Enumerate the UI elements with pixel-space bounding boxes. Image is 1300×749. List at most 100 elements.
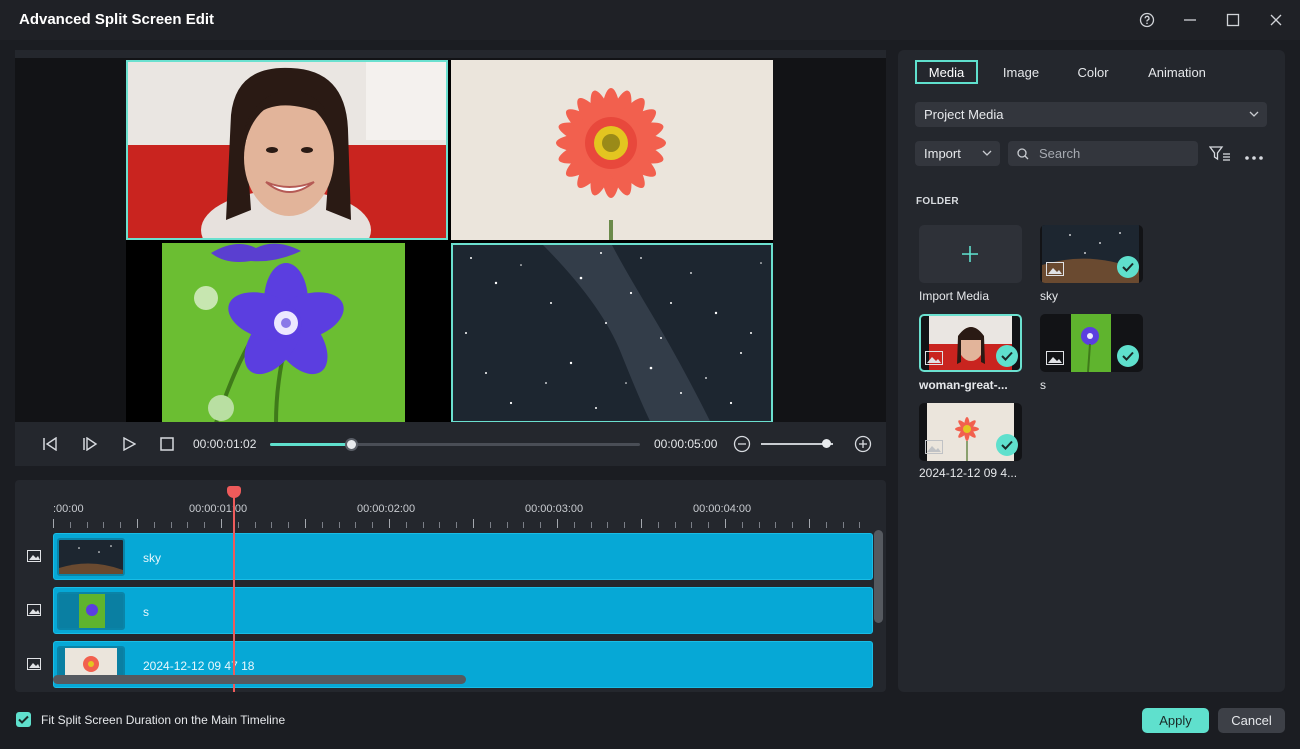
previous-frame-icon[interactable] — [39, 434, 61, 454]
ruler-tick — [557, 519, 558, 528]
zoom-slider[interactable] — [761, 439, 833, 448]
search-input[interactable]: Search — [1008, 141, 1198, 166]
timeline-track-sky[interactable]: sky — [53, 533, 873, 580]
timeline-track-s[interactable]: s — [53, 587, 873, 634]
ruler-tick — [305, 519, 306, 528]
next-frame-icon[interactable] — [79, 434, 101, 454]
help-icon[interactable] — [1133, 8, 1161, 32]
time-ruler[interactable]: :00:00 00:00:01:00 00:00:02:00 00:00:03:… — [53, 480, 873, 530]
ruler-tick — [321, 522, 323, 528]
ruler-tick — [758, 522, 760, 528]
ruler-tick — [691, 522, 693, 528]
tab-animation[interactable]: Animation — [1138, 60, 1216, 84]
ruler-tick — [674, 522, 676, 528]
ruler-tick — [338, 522, 340, 528]
media-side-panel: Media Image Color Animation Project Medi… — [898, 50, 1285, 692]
ruler-tick — [355, 522, 357, 528]
preview-canvas — [15, 58, 886, 423]
playback-controls: 00:00:01:02 00:00:05:00 — [15, 422, 886, 466]
tab-media[interactable]: Media — [915, 60, 978, 84]
more-options-icon[interactable] — [1244, 150, 1264, 160]
media-item-s[interactable] — [1040, 314, 1143, 372]
ruler-label: 00:00:01:00 — [189, 503, 248, 515]
ruler-tick — [725, 519, 726, 528]
ruler-tick — [86, 522, 88, 528]
check-icon — [1117, 256, 1139, 278]
ruler-tick — [204, 522, 206, 528]
split-cell-sky[interactable] — [451, 243, 773, 423]
split-cell-woman[interactable] — [126, 60, 448, 240]
import-media-card[interactable] — [919, 225, 1022, 283]
ruler-tick — [573, 522, 575, 528]
zoom-in-icon[interactable] — [852, 434, 874, 454]
current-time: 00:00:01:02 — [193, 437, 257, 451]
media-name: woman-great-... — [919, 378, 1008, 392]
media-item-sky[interactable] — [1040, 225, 1143, 283]
zoom-out-icon[interactable] — [731, 434, 753, 454]
ruler-label: 00:00:02:00 — [357, 503, 416, 515]
media-item-woman[interactable] — [919, 314, 1022, 372]
ruler-tick — [69, 522, 71, 528]
ruler-tick — [237, 522, 239, 528]
image-track-icon — [27, 658, 41, 670]
apply-button[interactable]: Apply — [1142, 708, 1209, 733]
check-icon — [1117, 345, 1139, 367]
seek-handle[interactable] — [345, 438, 359, 451]
minimize-icon[interactable] — [1176, 8, 1204, 32]
fit-duration-label: Fit Split Screen Duration on the Main Ti… — [41, 713, 286, 727]
ruler-tick — [103, 522, 105, 528]
import-label: Import — [924, 146, 961, 161]
playhead[interactable] — [233, 486, 235, 692]
seek-progress — [270, 443, 352, 446]
stop-icon[interactable] — [156, 434, 178, 454]
ruler-tick — [624, 522, 626, 528]
tab-image[interactable]: Image — [994, 60, 1048, 84]
split-cell-flower[interactable] — [451, 60, 773, 240]
track-label: sky — [143, 551, 161, 565]
filter-icon[interactable] — [1208, 145, 1231, 163]
vertical-scrollbar[interactable] — [874, 530, 883, 623]
play-icon[interactable] — [118, 434, 140, 454]
media-source-dropdown[interactable]: Project Media — [915, 102, 1267, 127]
ruler-tick — [523, 522, 525, 528]
ruler-label: 00:00:04:00 — [693, 503, 752, 515]
ruler-tick — [153, 522, 155, 528]
ruler-tick — [254, 522, 256, 528]
ruler-tick — [641, 519, 642, 528]
ruler-tick — [489, 522, 491, 528]
ruler-tick — [473, 519, 474, 528]
ruler-tick — [187, 522, 189, 528]
ruler-tick — [590, 522, 592, 528]
search-icon — [1017, 148, 1029, 160]
ruler-tick — [389, 519, 390, 528]
split-cell-purple-flower[interactable] — [126, 243, 448, 423]
tab-color[interactable]: Color — [1068, 60, 1118, 84]
clip-thumbnail-s — [57, 592, 125, 630]
ruler-tick — [792, 522, 794, 528]
seek-bar[interactable] — [270, 438, 640, 451]
close-icon[interactable] — [1262, 8, 1290, 32]
image-type-icon — [1046, 351, 1064, 365]
import-button[interactable]: Import — [915, 141, 1000, 166]
image-type-icon — [1046, 262, 1064, 276]
zoom-handle[interactable] — [821, 439, 831, 448]
horizontal-scrollbar[interactable] — [53, 675, 466, 684]
clip-thumbnail-sky — [57, 538, 125, 576]
media-item-flower[interactable] — [919, 403, 1022, 461]
split-screen-stage — [126, 60, 773, 423]
ruler-tick — [708, 522, 710, 528]
image-type-icon — [925, 440, 943, 454]
chevron-down-icon — [1249, 111, 1259, 117]
fit-duration-checkbox[interactable] — [16, 712, 31, 727]
chevron-down-icon — [982, 150, 992, 156]
ruler-tick — [657, 522, 659, 528]
ruler-tick — [456, 522, 458, 528]
track-label: s — [143, 605, 149, 619]
cancel-button[interactable]: Cancel — [1218, 708, 1285, 733]
check-icon — [996, 434, 1018, 456]
ruler-tick — [53, 519, 54, 528]
image-track-icon — [27, 604, 41, 616]
timeline-panel: :00:00 00:00:01:00 00:00:02:00 00:00:03:… — [15, 480, 886, 692]
maximize-icon[interactable] — [1219, 8, 1247, 32]
ruler-tick — [540, 522, 542, 528]
